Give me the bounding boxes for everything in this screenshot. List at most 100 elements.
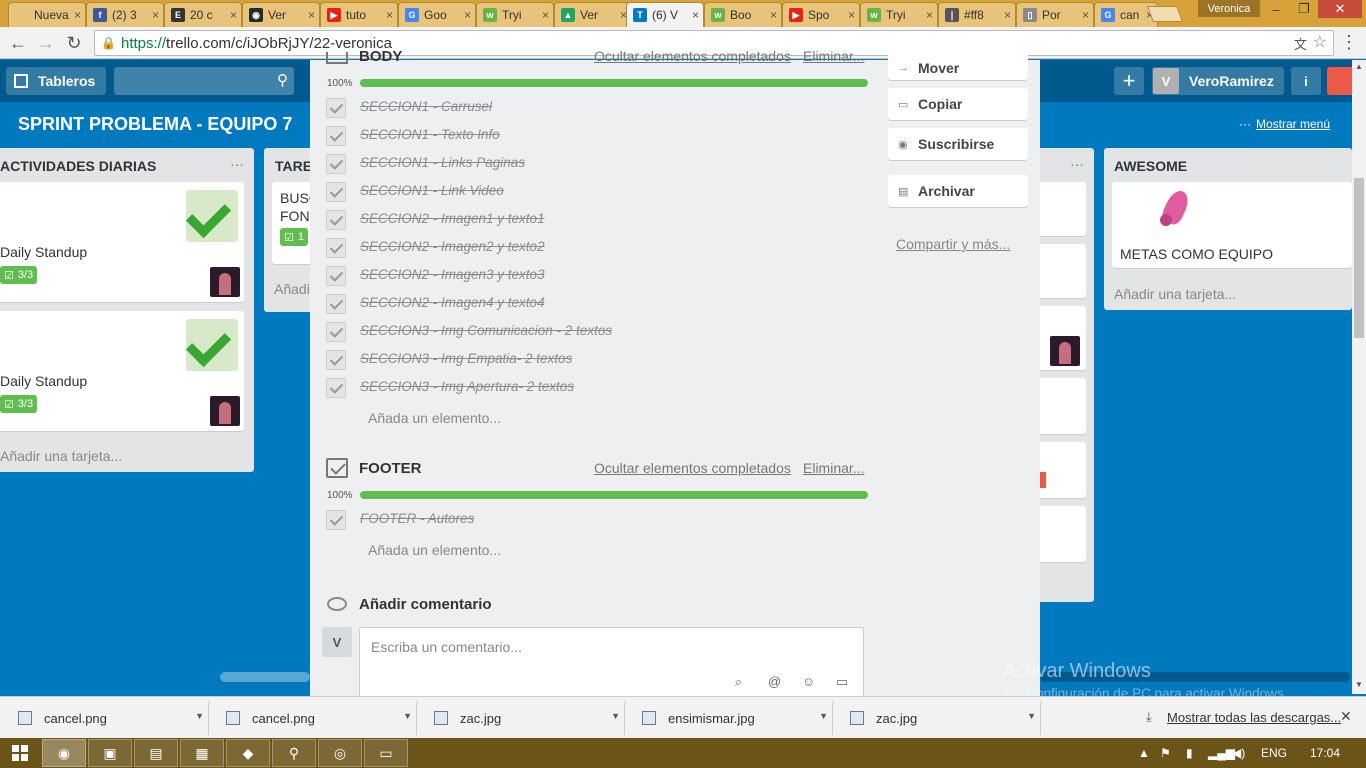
close-icon[interactable]: ✕ — [1340, 708, 1352, 725]
share-more-link[interactable]: Compartir y más... — [896, 236, 1010, 252]
list-title[interactable]: ACTIVIDADES DIARIAS — [0, 158, 156, 174]
checkbox-checked[interactable] — [326, 266, 346, 286]
list-menu-icon[interactable]: ··· — [230, 156, 244, 172]
scrollbar-thumb[interactable] — [220, 672, 310, 682]
board-horizontal-scrollbar[interactable] — [0, 672, 310, 682]
network-icon[interactable]: ▂▄▆ — [1208, 746, 1235, 760]
add-card-link[interactable]: Añadi — [274, 281, 310, 297]
checklist-item[interactable]: FOOTER - Autores — [326, 505, 866, 533]
card-daily-standup[interactable]: Daily Standup ☑ 3/3 — [0, 182, 244, 302]
new-tab-button[interactable] — [1147, 6, 1183, 22]
hide-completed-link[interactable]: Ocultar elementos completados — [594, 460, 791, 476]
photos-taskbar-icon[interactable]: ▭ — [364, 739, 408, 767]
checkbox-checked[interactable] — [326, 182, 346, 202]
show-menu-link[interactable]: Mostrar menú — [1256, 117, 1330, 131]
move-button[interactable]: → Mover — [888, 48, 1028, 80]
tab-close-icon[interactable]: × — [74, 8, 81, 22]
tab-close-icon[interactable]: × — [692, 8, 699, 22]
checklist-item-text[interactable]: SECCION3 - Img Empatia- 2 textos — [360, 351, 572, 366]
checklist-item-text[interactable]: SECCION2 - Imagen3 y texto3 — [360, 267, 545, 282]
git-taskbar-icon[interactable]: ◆ — [226, 739, 270, 767]
checklist-item[interactable]: SECCION2 - Imagen4 y texto4 — [326, 289, 866, 317]
browser-tab[interactable]: ▶ Spo × — [782, 2, 860, 27]
checkbox-checked[interactable] — [326, 154, 346, 174]
checklist-item-text[interactable]: SECCION1 - Texto Info — [360, 127, 500, 142]
browser-tab[interactable]: ▲ Ver × — [554, 2, 632, 27]
member-menu-button[interactable]: V VeroRamirez — [1152, 67, 1284, 95]
checklist-item-text[interactable]: SECCION2 - Imagen1 y texto1 — [360, 211, 545, 226]
delete-checklist-link[interactable]: Eliminar... — [803, 460, 864, 476]
checklist-title[interactable]: BODY — [359, 48, 402, 65]
checkbox-checked[interactable] — [326, 322, 346, 342]
add-item-link[interactable]: Añada un elemento... — [368, 410, 501, 426]
checklist-item[interactable]: SECCION2 - Imagen3 y texto3 — [326, 261, 866, 289]
info-icon[interactable]: i — [1291, 67, 1321, 95]
flag-icon[interactable]: ⚑ — [1160, 746, 1171, 760]
browser-tab[interactable]: ▯ Por × — [1016, 2, 1094, 27]
paint-taskbar-icon[interactable]: ◎ — [318, 739, 362, 767]
checkbox-checked[interactable] — [326, 378, 346, 398]
checkbox-checked[interactable] — [326, 294, 346, 314]
checklist-item-text[interactable]: SECCION3 - Img Apertura- 2 textos — [360, 379, 574, 394]
card-metas-como-equipo[interactable]: METAS COMO EQUIPO — [1112, 182, 1352, 268]
scrollbar-thumb[interactable] — [1354, 178, 1364, 338]
checkbox-checked[interactable] — [326, 238, 346, 258]
battery-icon[interactable]: ▮ — [1186, 746, 1193, 760]
card-daily-standup[interactable]: Daily Standup ☑ 3/3 — [0, 311, 244, 431]
checkbox-checked[interactable] — [326, 98, 346, 118]
comment-input[interactable]: Escriba un comentario... ⌕ @ ☺ ▭ — [359, 627, 864, 699]
profile-name[interactable]: Veronica — [1198, 0, 1260, 17]
notepad-taskbar-icon[interactable]: ▦ — [180, 739, 224, 767]
download-item[interactable]: ensimismar.jpg ▼ — [628, 701, 833, 735]
browser-tab[interactable]: w Tryi × — [476, 2, 554, 27]
back-button[interactable]: ← — [6, 31, 30, 55]
tab-close-icon[interactable]: × — [464, 8, 471, 22]
tray-expand-icon[interactable]: ▲ — [1138, 746, 1150, 760]
browser-tab[interactable]: Nueva p× — [8, 2, 86, 27]
notifications-bell-icon[interactable] — [1327, 67, 1352, 95]
checklist-title[interactable]: FOOTER — [359, 460, 422, 477]
checklist-item-text[interactable]: SECCION2 - Imagen2 y texto2 — [360, 239, 545, 254]
download-item[interactable]: zac.jpg ▼ — [836, 701, 1041, 735]
list-title[interactable]: TARE — [275, 158, 312, 174]
checklist-item[interactable]: SECCION1 - Texto Info — [326, 121, 866, 149]
boards-button[interactable]: Tableros — [6, 67, 106, 95]
checklist-item-text[interactable]: SECCION2 - Imagen4 y texto4 — [360, 295, 545, 310]
attachment-icon[interactable]: ⌕ — [735, 674, 742, 690]
browser-tab[interactable]: G Goo × — [398, 2, 476, 27]
board-search-input[interactable]: ⚲ — [114, 67, 294, 95]
checklist-item[interactable]: SECCION3 - Img Comunicacion - 2 textos — [326, 317, 866, 345]
card-member-avatar[interactable] — [1050, 336, 1080, 366]
chevron-down-icon[interactable]: ▼ — [195, 711, 204, 721]
show-all-downloads-link[interactable]: Mostrar todas las descargas... — [1167, 710, 1341, 725]
browser-tab[interactable]: ❘ #ff8 × — [938, 2, 1016, 27]
chevron-down-icon[interactable]: ▼ — [819, 711, 828, 721]
bookmark-star-icon[interactable]: ☆ — [1313, 32, 1327, 52]
delete-checklist-link[interactable]: Eliminar... — [803, 48, 864, 64]
windows-start-icon[interactable] — [12, 745, 28, 761]
language-indicator[interactable]: ENG — [1261, 746, 1287, 760]
app-taskbar-icon[interactable]: ▣ — [88, 739, 132, 767]
tab-close-icon[interactable]: × — [230, 8, 237, 22]
browser-tab[interactable]: w Tryi × — [860, 2, 938, 27]
checklist-item-text[interactable]: FOOTER - Autores — [360, 511, 474, 526]
download-item[interactable]: zac.jpg ▼ — [420, 701, 625, 735]
list-menu-icon[interactable]: ··· — [1070, 156, 1084, 172]
clock[interactable]: 17:04 — [1310, 746, 1340, 760]
forward-button[interactable]: → — [34, 31, 58, 55]
card-member-avatar[interactable] — [210, 267, 240, 297]
restore-button[interactable]: ❐ — [1290, 0, 1318, 18]
checklist-item-text[interactable]: SECCION1 - Link Video — [360, 183, 504, 198]
tab-close-icon[interactable]: × — [926, 8, 933, 22]
checklist-item[interactable]: SECCION1 - Links Paginas — [326, 149, 866, 177]
card-link-icon[interactable]: ▭ — [836, 674, 848, 690]
tab-close-icon[interactable]: × — [308, 8, 315, 22]
tab-close-icon[interactable]: × — [386, 8, 393, 22]
chevron-down-icon[interactable]: ▼ — [1027, 711, 1036, 721]
checklist-item[interactable]: SECCION3 - Img Apertura- 2 textos — [326, 373, 866, 401]
scroll-up-icon[interactable]: ▲ — [1355, 62, 1363, 71]
search-app-taskbar-icon[interactable]: ⚲ — [272, 739, 316, 767]
checkbox-checked[interactable] — [326, 510, 346, 530]
add-card-link[interactable]: Añadir una tarjeta... — [1114, 286, 1236, 302]
chrome-taskbar-icon[interactable]: ◉ — [42, 739, 86, 767]
